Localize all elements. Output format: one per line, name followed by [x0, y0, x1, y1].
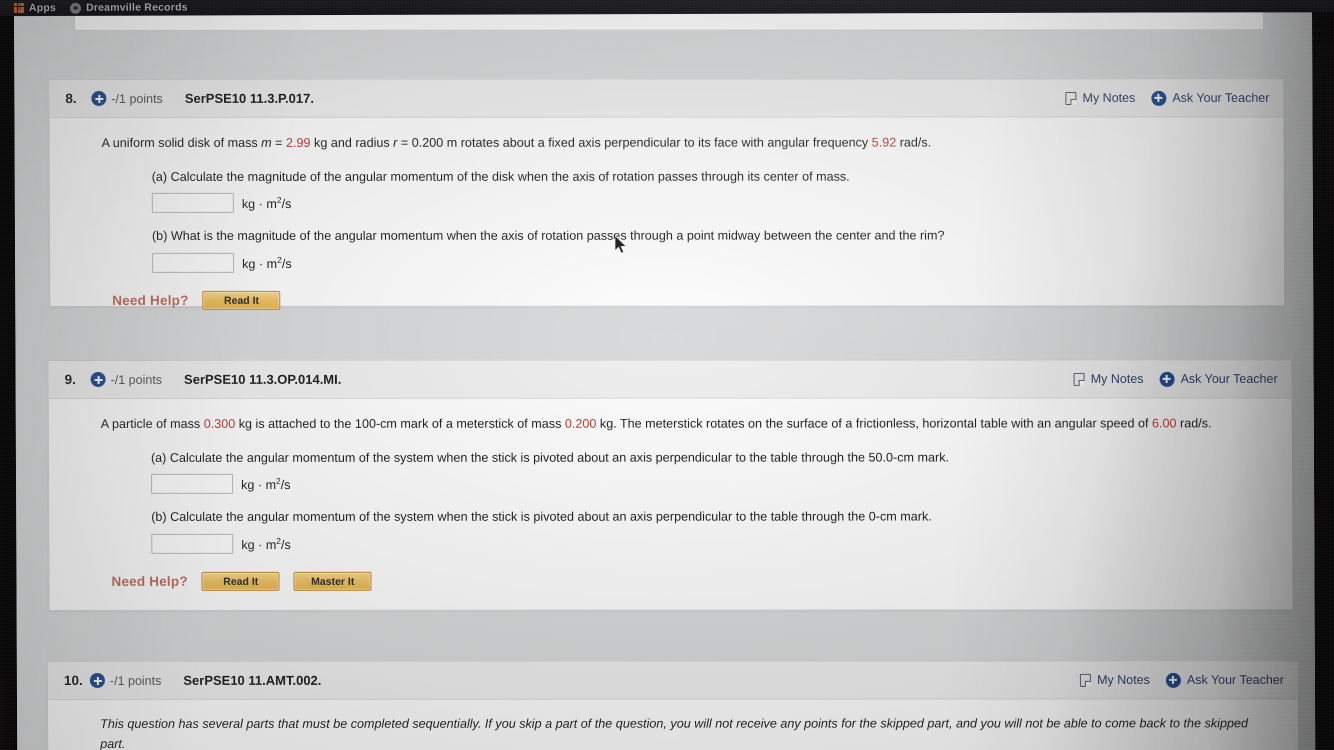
question-10-code: SerPSE10 11.AMT.002. [183, 672, 322, 688]
part-b-answer-row: kg · m2/s [152, 253, 1264, 274]
part-a-answer-row: kg · m2/s [151, 474, 1272, 495]
part-b-label: (b) Calculate the angular momentum of th… [151, 509, 932, 525]
bookmark-apps[interactable]: Apps [13, 1, 57, 15]
note-icon [1073, 372, 1085, 386]
question-9-part-a: (a) Calculate the angular momentum of th… [101, 448, 1272, 495]
read-it-button-8[interactable]: Read It [202, 291, 281, 311]
question-card-10: 10. -/1 points SerPSE10 11.AMT.002. My N… [46, 660, 1300, 750]
question-8-header-links: My Notes Ask Your Teacher [1065, 90, 1270, 106]
plus-icon [1165, 672, 1181, 688]
apps-grid-icon [13, 3, 25, 14]
part-a-unit: kg · m2/s [241, 476, 291, 493]
question-card-9: 9. -/1 points SerPSE10 11.3.OP.014.MI. M… [47, 359, 1294, 611]
question-8-number: 8. [65, 90, 77, 106]
expand-plus-icon[interactable] [89, 672, 105, 688]
my-notes-link-9[interactable]: My Notes [1073, 371, 1144, 386]
question-9-part-b: (b) Calculate the angular momentum of th… [101, 508, 1272, 555]
ask-teacher-label: Ask Your Teacher [1172, 90, 1270, 105]
my-notes-link-8[interactable]: My Notes [1065, 91, 1135, 105]
question-9-stem: A particle of mass 0.300 kg is attached … [100, 416, 1212, 431]
part-a-answer-input[interactable] [151, 474, 234, 495]
bookmark-dreamville-records[interactable]: ⚭ Dreamville Records [70, 2, 188, 14]
my-notes-label: My Notes [1097, 672, 1150, 687]
ask-your-teacher-link-8[interactable]: Ask Your Teacher [1151, 90, 1270, 106]
part-a-answer-row: kg · m2/s [151, 193, 1264, 214]
webassign-page: 8. -/1 points SerPSE10 11.3.P.017. My No… [14, 12, 1316, 750]
bookmark-apps-label: Apps [28, 1, 57, 15]
bookmark-dreamville-label: Dreamville Records [86, 1, 188, 14]
plus-icon [1159, 371, 1175, 387]
question-9-header: 9. -/1 points SerPSE10 11.3.OP.014.MI. M… [48, 360, 1292, 399]
question-10-header: 10. -/1 points SerPSE10 11.AMT.002. My N… [47, 661, 1299, 700]
need-help-label: Need Help? [111, 574, 188, 590]
question-10-sequential-note: This question has several parts that mus… [100, 716, 1249, 750]
part-b-answer-input[interactable] [151, 534, 234, 555]
question-8-header: 8. -/1 points SerPSE10 11.3.P.017. My No… [49, 79, 1284, 118]
question-8-body: A uniform solid disk of mass m = 2.99 kg… [49, 117, 1284, 324]
question-card-8: 8. -/1 points SerPSE10 11.3.P.017. My No… [48, 78, 1286, 311]
part-a-label: (a) Calculate the angular momentum of th… [150, 450, 950, 465]
question-9-points: -/1 points [110, 372, 163, 387]
note-icon [1080, 673, 1092, 687]
part-b-answer-row: kg · m2/s [151, 534, 1272, 555]
need-help-label: Need Help? [112, 293, 189, 309]
question-8-part-a: (a) Calculate the magnitude of the angul… [102, 167, 1264, 214]
question-8-stem: A uniform solid disk of mass m = 2.99 kg… [101, 135, 932, 150]
part-b-answer-input[interactable] [152, 253, 235, 274]
question-8-points: -/1 points [111, 91, 163, 106]
card-divider-line [850, 30, 852, 81]
expand-plus-icon[interactable] [91, 90, 107, 106]
master-it-button-9[interactable]: Master It [293, 572, 372, 592]
part-a-answer-input[interactable] [151, 193, 234, 214]
my-notes-label: My Notes [1090, 371, 1144, 386]
ask-your-teacher-link-9[interactable]: Ask Your Teacher [1159, 371, 1278, 387]
question-9-body: A particle of mass 0.300 kg is attached … [49, 398, 1293, 605]
note-icon [1065, 91, 1077, 105]
question-9-number: 9. [64, 371, 76, 387]
question-8-need-help: Need Help? Read It [102, 291, 1264, 311]
question-9-code: SerPSE10 11.3.OP.014.MI. [183, 371, 342, 387]
question-8-part-b: (b) What is the magnitude of the angular… [102, 227, 1264, 274]
my-notes-link-10[interactable]: My Notes [1080, 673, 1150, 687]
expand-plus-icon[interactable] [90, 371, 106, 387]
read-it-button-9[interactable]: Read It [201, 572, 280, 592]
my-notes-label: My Notes [1082, 90, 1136, 105]
question-9-header-links: My Notes Ask Your Teacher [1073, 371, 1278, 387]
question-10-points: -/1 points [109, 673, 162, 688]
screen-photo: Apps ⚭ Dreamville Records 8. -/1 points … [0, 0, 1334, 750]
ask-teacher-label: Ask Your Teacher [1180, 371, 1278, 386]
question-8-code: SerPSE10 11.3.P.017. [184, 90, 314, 106]
ask-teacher-label: Ask Your Teacher [1186, 672, 1284, 687]
question-10-header-links: My Notes Ask Your Teacher [1080, 672, 1284, 688]
part-b-unit: kg · m2/s [242, 255, 292, 272]
part-a-unit: kg · m2/s [241, 195, 292, 212]
ask-your-teacher-link-10[interactable]: Ask Your Teacher [1165, 672, 1284, 688]
part-b-unit: kg · m2/s [241, 536, 291, 553]
plus-icon [1151, 90, 1167, 106]
question-10-body: This question has several parts that mus… [48, 699, 1298, 750]
part-b-label: (b) What is the magnitude of the angular… [151, 228, 945, 244]
part-a-label: (a) Calculate the magnitude of the angul… [151, 169, 850, 184]
question-9-need-help: Need Help? Read It Master It [101, 572, 1272, 592]
dreamville-icon: ⚭ [70, 2, 82, 14]
question-10-number: 10. [63, 672, 83, 688]
